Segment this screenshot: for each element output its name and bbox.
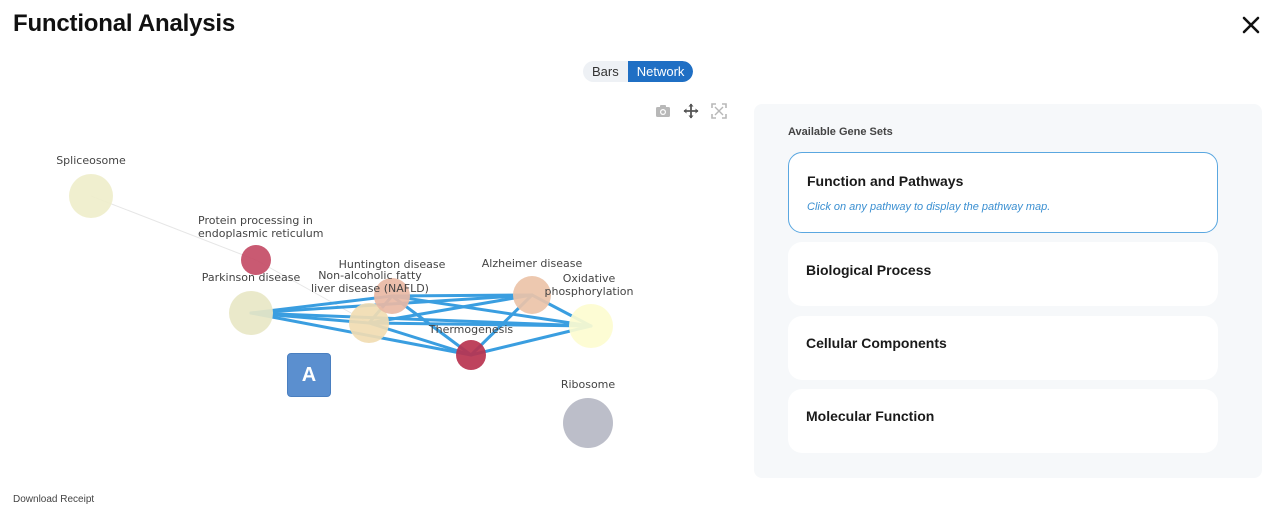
panel-heading: Available Gene Sets	[788, 126, 893, 138]
gene-set-biological-process[interactable]: Biological Process	[788, 242, 1218, 306]
toggle-network[interactable]: Network	[627, 61, 694, 82]
network-label-oxidative: Oxidative phosphorylation	[545, 272, 634, 298]
network-node-thermogenesis[interactable]	[456, 340, 486, 370]
network-edge	[390, 293, 534, 298]
card-title: Molecular Function	[806, 408, 935, 424]
card-title: Function and Pathways	[807, 173, 964, 189]
close-icon	[1242, 16, 1260, 34]
gene-sets-panel: Available Gene Sets Function and Pathway…	[754, 104, 1262, 478]
view-toggle: Bars Network	[583, 61, 694, 82]
network-node-spliceosome[interactable]	[69, 174, 113, 218]
network-label-parkinson: Parkinson disease	[202, 271, 301, 284]
card-hint: Click on any pathway to display the path…	[807, 201, 1051, 213]
download-receipt-link[interactable]: Download Receipt	[13, 494, 94, 505]
network-label-ribosome: Ribosome	[561, 378, 616, 391]
page-title: Functional Analysis	[13, 10, 236, 37]
network-label-nafld: Non-alcoholic fatty liver disease (NAFLD)	[311, 269, 429, 295]
network-node-oxidative[interactable]	[569, 304, 613, 348]
card-title: Cellular Components	[806, 335, 947, 351]
gene-set-cellular-components[interactable]: Cellular Components	[788, 316, 1218, 380]
network-label-protein: Protein processing in endoplasmic reticul…	[198, 214, 323, 240]
gene-set-molecular-function[interactable]: Molecular Function	[788, 389, 1218, 453]
card-title: Biological Process	[806, 262, 932, 278]
network-node-parkinson[interactable]	[229, 291, 273, 335]
network-label-spliceosome: Spliceosome	[56, 154, 126, 167]
close-button[interactable]	[1236, 10, 1266, 40]
gene-set-function-pathways[interactable]: Function and Pathways Click on any pathw…	[788, 152, 1218, 233]
network-label-huntington: Huntington disease	[339, 258, 446, 271]
toggle-bars[interactable]: Bars	[583, 61, 628, 82]
network-label-thermogenesis: Thermogenesis	[428, 323, 514, 336]
network-label-alzheimer: Alzheimer disease	[482, 257, 583, 270]
network-graph[interactable]: Spliceosome Protein processing in endoplas…	[0, 95, 740, 475]
annotation-badge: A	[287, 353, 331, 397]
network-node-ribosome[interactable]	[563, 398, 613, 448]
